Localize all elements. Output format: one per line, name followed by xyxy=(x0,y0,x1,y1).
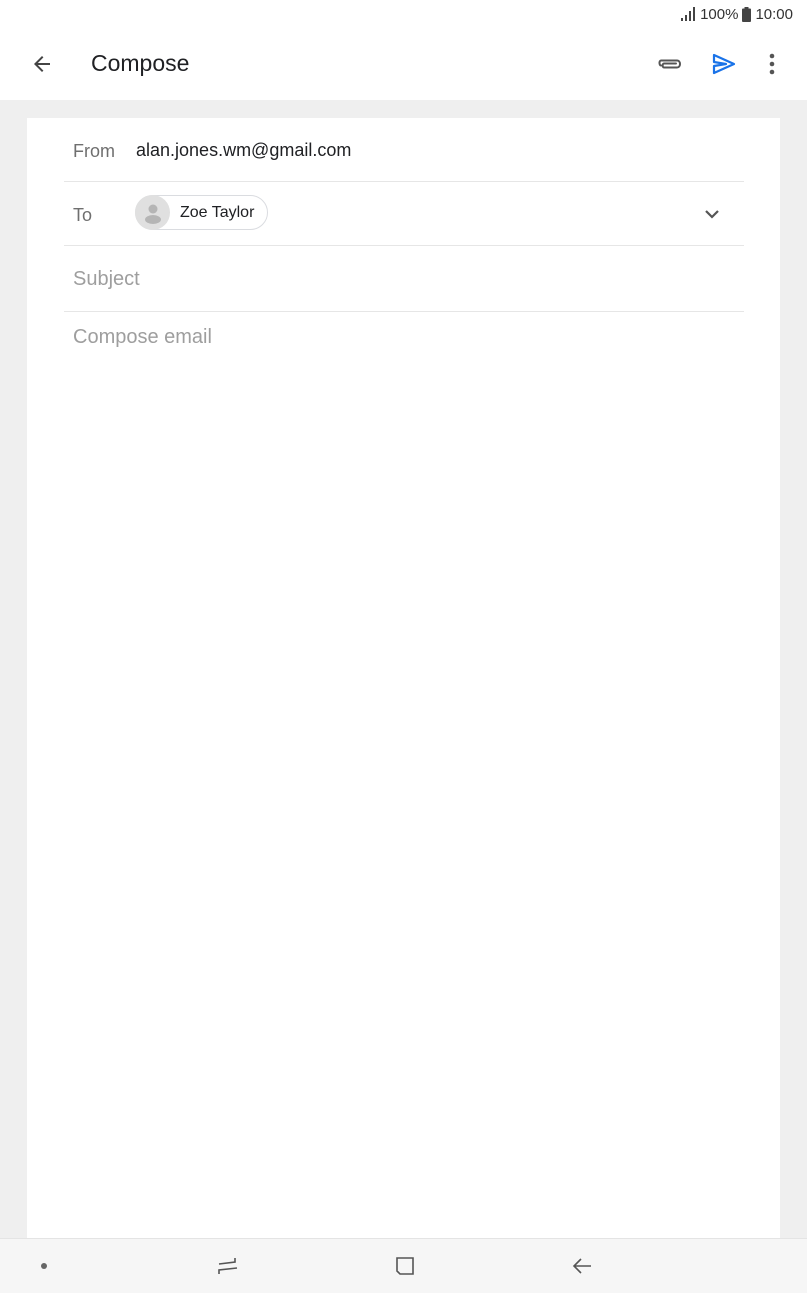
back-button[interactable] xyxy=(22,44,62,84)
recipient-name: Zoe Taylor xyxy=(180,203,255,221)
to-row[interactable]: To Zoe Taylor xyxy=(64,182,744,246)
clock: 10:00 xyxy=(755,5,793,23)
from-label: From xyxy=(73,141,115,161)
expand-recipients-button[interactable] xyxy=(692,194,732,234)
home-icon xyxy=(396,1257,414,1275)
more-options-button[interactable] xyxy=(752,44,792,84)
recents-button[interactable] xyxy=(208,1246,248,1286)
navigation-bar xyxy=(0,1238,807,1293)
compose-body-input[interactable] xyxy=(73,326,733,1206)
nav-dot-button[interactable] xyxy=(24,1246,64,1286)
arrow-back-icon xyxy=(34,56,50,72)
from-address[interactable]: alan.jones.wm@gmail.com xyxy=(136,140,351,161)
recents-icon xyxy=(218,1258,238,1274)
subject-input[interactable] xyxy=(73,264,733,294)
send-icon xyxy=(712,53,736,75)
dot-icon xyxy=(41,1263,47,1269)
compose-card: From alan.jones.wm@gmail.com To Zoe Tayl… xyxy=(27,118,780,1238)
to-label: To xyxy=(73,205,93,225)
battery-percent: 100% xyxy=(700,5,739,23)
subject-row xyxy=(64,246,744,312)
back-icon xyxy=(572,1258,591,1274)
attach-button[interactable] xyxy=(650,44,690,84)
page-title: Compose xyxy=(91,50,190,76)
nav-back-button[interactable] xyxy=(562,1246,602,1286)
battery-icon xyxy=(742,6,752,22)
home-button[interactable] xyxy=(385,1246,425,1286)
from-row: From alan.jones.wm@gmail.com xyxy=(64,118,744,182)
send-button[interactable] xyxy=(704,44,744,84)
chevron-down-icon xyxy=(705,210,719,219)
recipient-chip[interactable]: Zoe Taylor xyxy=(135,195,269,230)
status-bar: 100% 10:00 xyxy=(0,0,807,28)
more-vert-icon xyxy=(769,53,775,75)
signal-icon xyxy=(680,7,696,21)
app-bar: Compose xyxy=(0,28,807,100)
person-avatar-icon xyxy=(135,195,170,230)
paperclip-icon xyxy=(658,59,681,69)
